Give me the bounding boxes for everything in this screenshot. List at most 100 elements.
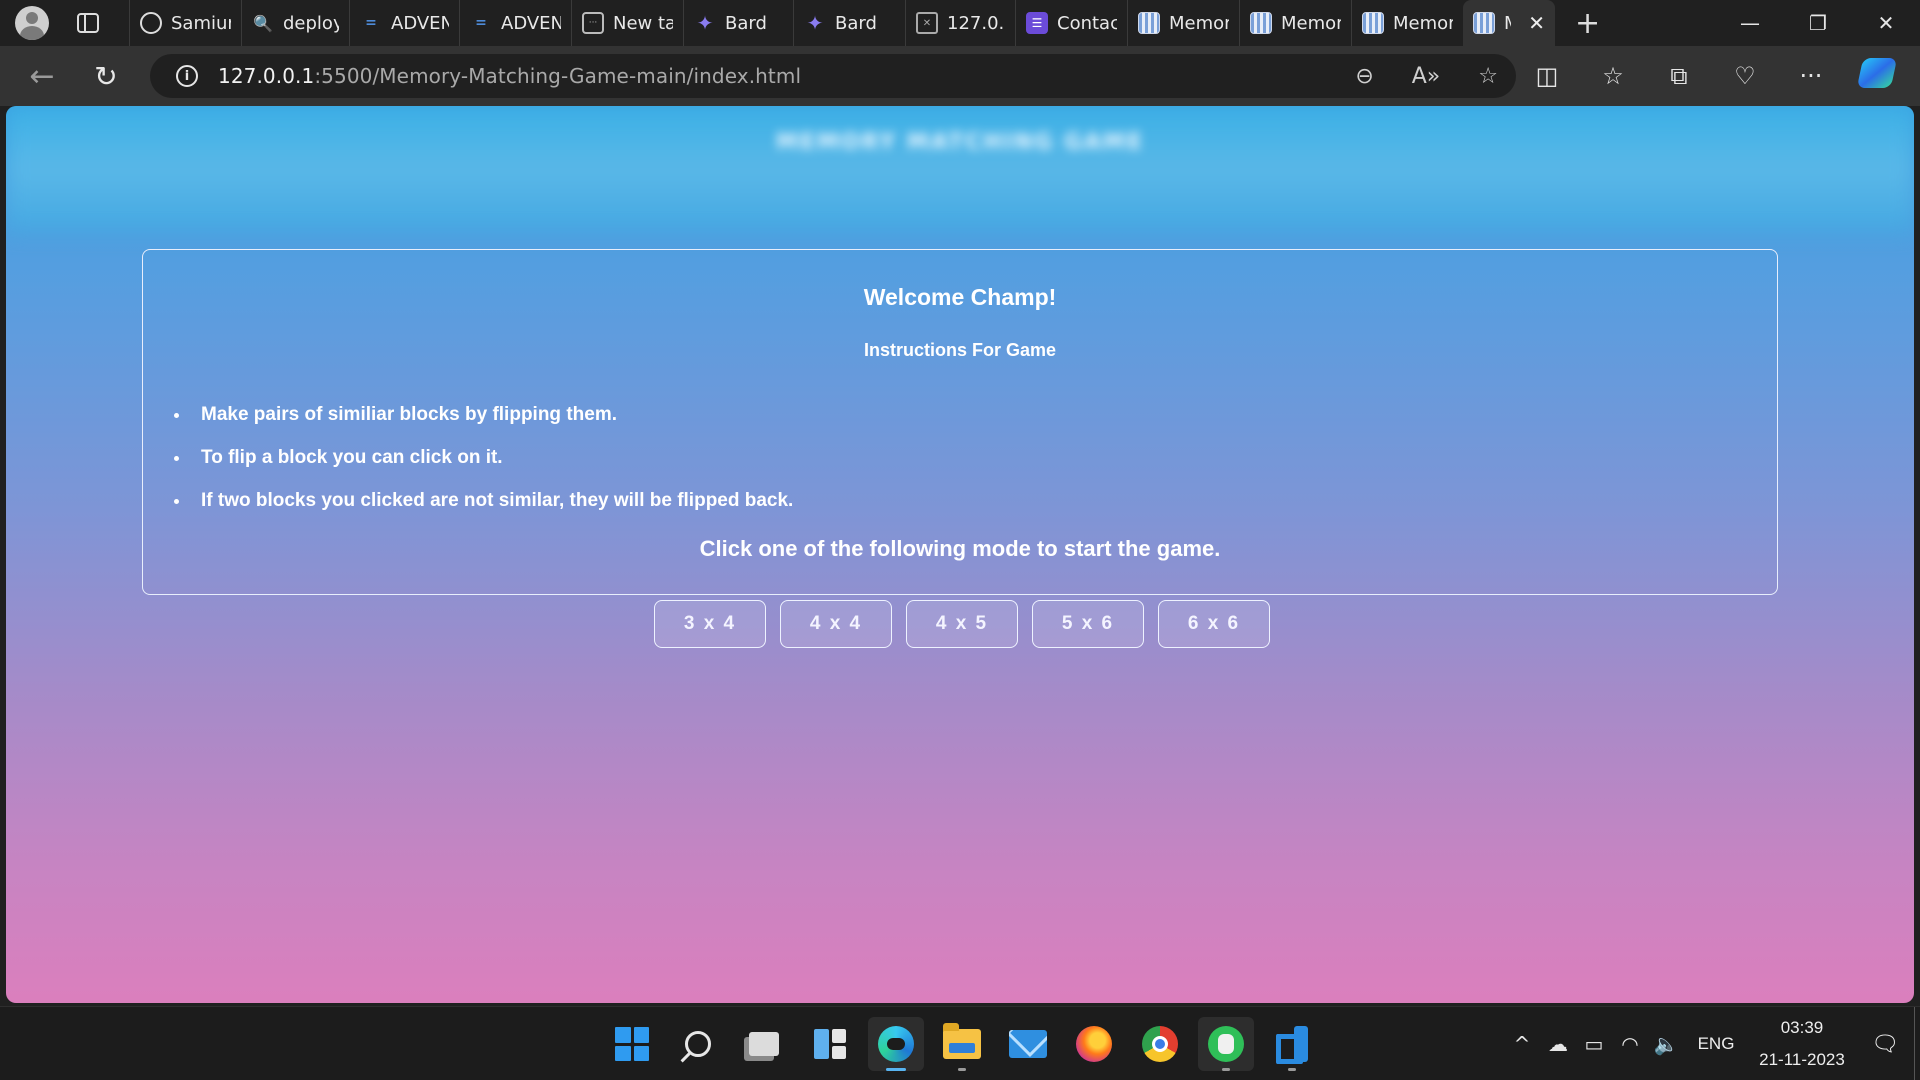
mode-3x4-button[interactable]: 3 x 4 xyxy=(654,600,766,648)
mode-4x5-button[interactable]: 4 x 5 xyxy=(906,600,1018,648)
tab-actions-icon[interactable] xyxy=(77,13,99,33)
back-arrow-icon[interactable]: ← xyxy=(20,54,64,98)
show-hidden-icons-chevron-icon[interactable]: ^ xyxy=(1504,1032,1540,1056)
clock-time: 03:39 xyxy=(1780,1018,1824,1037)
search-icon xyxy=(685,1031,711,1057)
more-menu-icon[interactable]: ··· xyxy=(1778,62,1844,90)
reload-icon[interactable]: ↻ xyxy=(84,54,128,98)
split-screen-icon[interactable]: ◫ xyxy=(1514,62,1580,90)
browser-essentials-icon[interactable]: ♡ xyxy=(1712,62,1778,90)
mail-icon xyxy=(1009,1030,1047,1058)
browser-tab[interactable]: ✦ Bard xyxy=(793,0,905,46)
browser-tab[interactable]: Memor xyxy=(1351,0,1463,46)
tab-title: Samiur xyxy=(171,12,231,34)
memory-grid-icon xyxy=(1250,12,1272,34)
taskbar-edge[interactable] xyxy=(868,1017,924,1071)
taskbar-mail[interactable] xyxy=(1000,1017,1056,1071)
clock-date: 21-11-2023 xyxy=(1759,1050,1845,1069)
url-host: 127.0.0.1 xyxy=(218,64,315,88)
memory-grid-icon xyxy=(1473,12,1495,34)
browser-tab[interactable]: ☰ Contac xyxy=(1015,0,1127,46)
mode-4x4-button[interactable]: 4 x 4 xyxy=(780,600,892,648)
bard-icon: ✦ xyxy=(806,11,824,35)
browser-tab[interactable]: ✕ 127.0.0 xyxy=(905,0,1015,46)
dash-icon: = xyxy=(365,15,377,31)
vscode-icon xyxy=(1274,1026,1310,1062)
clock[interactable]: 03:39 21-11-2023 xyxy=(1748,1012,1856,1076)
running-indicator xyxy=(886,1068,906,1071)
browser-tab[interactable]: Memor xyxy=(1239,0,1351,46)
tab-title: Memor xyxy=(1169,12,1229,34)
tab-title: Contac xyxy=(1057,12,1117,34)
notifications-icon[interactable]: 🗨 xyxy=(1856,1032,1914,1057)
favorite-star-icon[interactable]: ☆ xyxy=(1478,64,1498,89)
address-bar[interactable]: i 127.0.0.1:5500/Memory-Matching-Game-ma… xyxy=(150,54,1516,98)
task-view-button[interactable] xyxy=(736,1017,792,1071)
file-explorer-icon xyxy=(943,1023,981,1059)
widgets-button[interactable] xyxy=(802,1017,858,1071)
volume-icon[interactable]: 🔈 xyxy=(1648,1032,1684,1056)
profile-avatar-icon[interactable] xyxy=(15,6,49,40)
tab-list: Samiur 🔍 deploye = ADVEN = ADVEN ··· New tal ✦ Bar… xyxy=(129,0,1463,46)
close-window-icon[interactable]: ✕ xyxy=(1852,11,1920,35)
blurred-header xyxy=(6,106,1914,231)
site-info-icon[interactable]: i xyxy=(176,65,198,87)
github-icon xyxy=(140,12,162,34)
taskbar-chrome[interactable] xyxy=(1132,1017,1188,1071)
browser-tab[interactable]: 🔍 deploye xyxy=(241,0,349,46)
browser-tab[interactable]: = ADVEN xyxy=(349,0,459,46)
file-icon: ✕ xyxy=(916,12,938,34)
tab-title: Bard xyxy=(835,12,877,34)
zoom-out-icon[interactable]: ⊖ xyxy=(1355,64,1373,89)
task-view-icon xyxy=(749,1032,779,1056)
taskbar-search-button[interactable] xyxy=(670,1017,726,1071)
memory-grid-icon xyxy=(1362,12,1384,34)
tab-title: 127.0.0 xyxy=(947,12,1005,34)
running-indicator xyxy=(1288,1068,1296,1071)
rules-list: Make pairs of similiar blocks by flippin… xyxy=(173,404,793,533)
mode-5x6-button[interactable]: 5 x 6 xyxy=(1032,600,1144,648)
taskbar-evernote[interactable] xyxy=(1198,1017,1254,1071)
mode-6x6-button[interactable]: 6 x 6 xyxy=(1158,600,1270,648)
show-desktop-button[interactable] xyxy=(1914,1007,1920,1080)
tab-title: Memor xyxy=(1281,12,1341,34)
firefox-icon xyxy=(1076,1026,1112,1062)
contact-icon: ☰ xyxy=(1026,12,1048,34)
tab-title: ADVEN xyxy=(501,12,561,34)
widgets-icon xyxy=(814,1029,846,1059)
browser-tab-strip: Samiur 🔍 deploye = ADVEN = ADVEN ··· New tal ✦ Bar… xyxy=(0,0,1920,46)
favorites-icon[interactable]: ☆ xyxy=(1580,62,1646,90)
browser-tab[interactable]: ✦ Bard xyxy=(683,0,793,46)
minimize-icon[interactable]: — xyxy=(1716,11,1784,35)
browser-tab[interactable]: ··· New tal xyxy=(571,0,683,46)
url-text[interactable]: 127.0.0.1:5500/Memory-Matching-Game-main… xyxy=(218,64,801,88)
language-indicator[interactable]: ENG xyxy=(1684,1034,1748,1054)
browser-tab[interactable]: = ADVEN xyxy=(459,0,571,46)
read-aloud-icon[interactable]: A» xyxy=(1412,64,1441,89)
restore-icon[interactable]: ❐ xyxy=(1784,11,1852,35)
start-button[interactable] xyxy=(604,1017,660,1071)
taskbar-vscode[interactable] xyxy=(1264,1017,1320,1071)
new-tab-plus-icon[interactable]: + xyxy=(1575,6,1600,41)
rule-item: To flip a block you can click on it. xyxy=(191,447,793,490)
close-tab-icon[interactable]: ✕ xyxy=(1528,11,1545,35)
onedrive-cloud-icon[interactable]: ☁ xyxy=(1540,1032,1576,1056)
copilot-icon-wrap[interactable] xyxy=(1844,58,1910,94)
collections-icon[interactable]: ⧉ xyxy=(1646,62,1712,90)
search-icon: 🔍 xyxy=(253,13,273,33)
mode-buttons: 3 x 4 4 x 4 4 x 5 5 x 6 6 x 6 xyxy=(654,600,1270,648)
browser-toolbar: ← ↻ i 127.0.0.1:5500/Memory-Matching-Gam… xyxy=(0,46,1920,106)
tab-active[interactable]: Ma ✕ xyxy=(1463,0,1555,46)
edge-icon xyxy=(878,1026,914,1062)
browser-tab[interactable]: Samiur xyxy=(129,0,241,46)
tab-title: ADVEN xyxy=(391,12,449,34)
active-tab-title: Ma xyxy=(1504,13,1511,34)
system-tray: ^ ☁ ▭ ◠ 🔈 ENG 03:39 21-11-2023 🗨 xyxy=(1504,1007,1920,1080)
battery-icon[interactable]: ▭ xyxy=(1576,1032,1612,1056)
wifi-icon[interactable]: ◠ xyxy=(1612,1032,1648,1056)
url-path: :5500/Memory-Matching-Game-main/index.ht… xyxy=(314,64,802,88)
browser-tab[interactable]: Memor xyxy=(1127,0,1239,46)
new-tab-icon: ··· xyxy=(582,12,604,34)
taskbar-file-explorer[interactable] xyxy=(934,1017,990,1071)
taskbar-firefox[interactable] xyxy=(1066,1017,1122,1071)
